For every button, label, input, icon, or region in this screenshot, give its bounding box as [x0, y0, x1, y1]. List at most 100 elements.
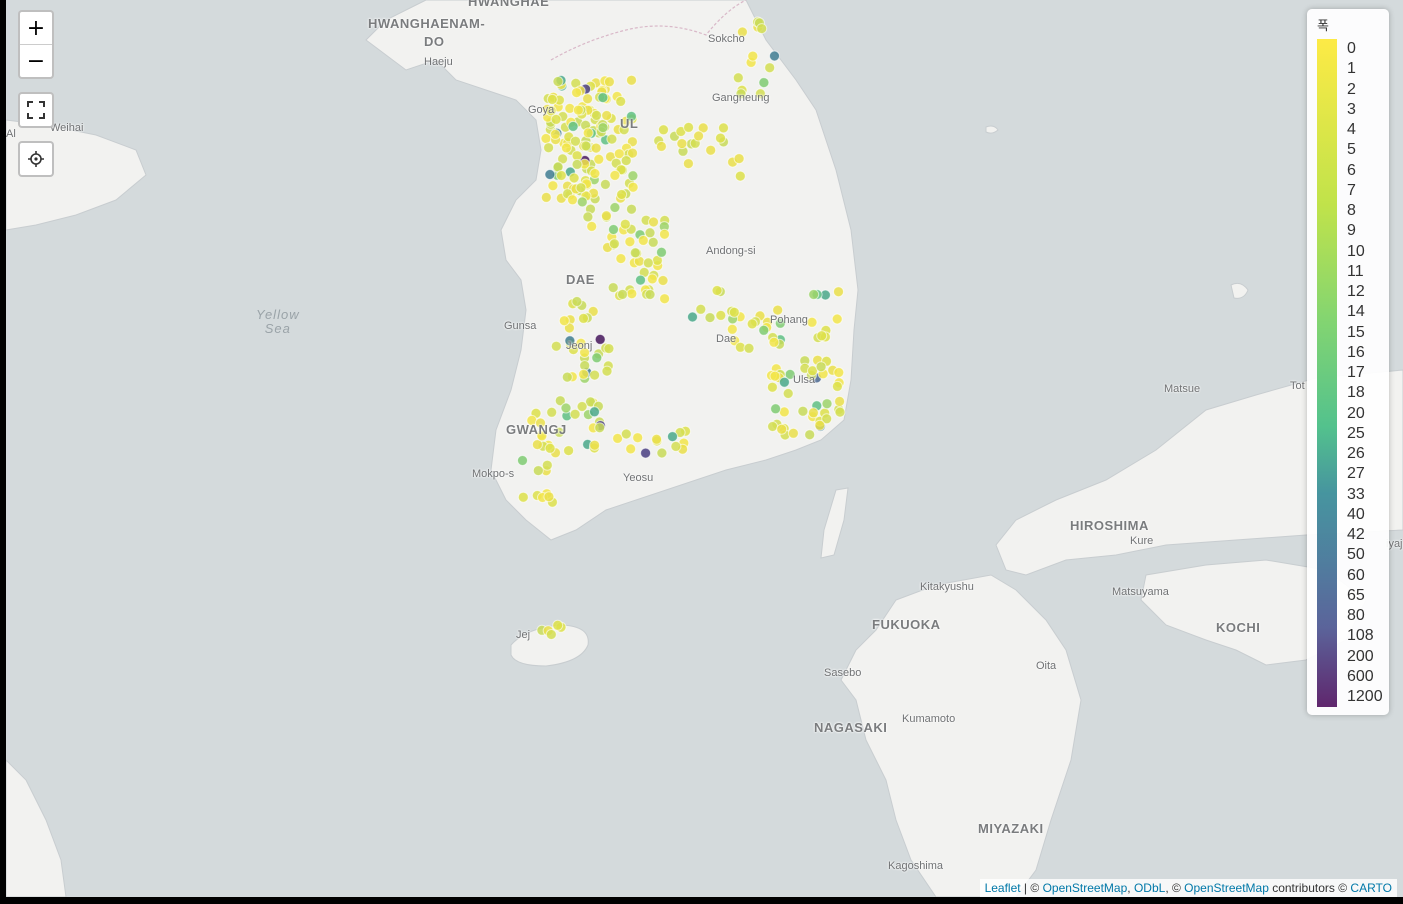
data-marker[interactable]: [715, 309, 727, 321]
data-marker[interactable]: [586, 220, 598, 232]
data-marker[interactable]: [601, 365, 613, 377]
data-marker[interactable]: [637, 234, 649, 246]
data-marker[interactable]: [807, 407, 819, 419]
data-marker[interactable]: [576, 401, 588, 412]
odbl-link[interactable]: ODbL: [1134, 881, 1165, 895]
data-marker[interactable]: [571, 158, 583, 170]
data-marker[interactable]: [782, 388, 794, 399]
data-marker[interactable]: [806, 316, 818, 328]
data-marker[interactable]: [766, 381, 778, 393]
data-marker[interactable]: [711, 285, 723, 296]
data-marker[interactable]: [778, 376, 790, 388]
data-marker[interactable]: [615, 253, 627, 265]
data-marker[interactable]: [651, 433, 663, 445]
data-marker[interactable]: [625, 443, 637, 455]
data-marker[interactable]: [603, 343, 615, 355]
data-marker[interactable]: [589, 439, 601, 451]
data-marker[interactable]: [647, 236, 659, 248]
data-marker[interactable]: [626, 288, 638, 300]
data-marker[interactable]: [728, 306, 740, 318]
data-marker[interactable]: [797, 405, 809, 417]
data-marker[interactable]: [815, 361, 827, 373]
data-marker[interactable]: [589, 406, 600, 418]
data-marker[interactable]: [659, 293, 671, 305]
data-marker[interactable]: [834, 406, 846, 418]
data-marker[interactable]: [732, 72, 744, 84]
data-marker[interactable]: [517, 455, 528, 466]
data-marker[interactable]: [676, 138, 688, 150]
data-marker[interactable]: [656, 246, 667, 258]
data-marker[interactable]: [541, 459, 553, 471]
data-marker[interactable]: [627, 181, 639, 193]
data-marker[interactable]: [814, 419, 826, 431]
data-marker[interactable]: [561, 371, 573, 383]
data-marker[interactable]: [544, 169, 556, 180]
data-marker[interactable]: [599, 178, 611, 190]
data-marker[interactable]: [580, 140, 592, 152]
locate-button[interactable]: [20, 143, 52, 175]
data-marker[interactable]: [606, 133, 618, 145]
data-marker[interactable]: [767, 421, 779, 432]
data-marker[interactable]: [589, 168, 601, 179]
data-marker[interactable]: [552, 619, 564, 631]
data-marker[interactable]: [659, 228, 670, 240]
data-marker[interactable]: [683, 121, 695, 133]
data-marker[interactable]: [833, 286, 844, 298]
data-marker[interactable]: [601, 110, 613, 121]
data-marker[interactable]: [682, 158, 694, 170]
data-marker[interactable]: [687, 311, 698, 323]
data-marker[interactable]: [567, 194, 578, 206]
data-marker[interactable]: [787, 427, 799, 439]
map-canvas[interactable]: Yellow Sea HWANGHAE HWANGHAENAM- DO Haeju Wei…: [6, 0, 1403, 897]
data-marker[interactable]: [620, 428, 632, 440]
data-marker[interactable]: [619, 218, 631, 230]
data-marker[interactable]: [632, 432, 644, 444]
data-marker[interactable]: [640, 447, 652, 459]
data-marker[interactable]: [603, 76, 615, 88]
data-marker[interactable]: [718, 122, 729, 134]
data-marker[interactable]: [776, 423, 788, 435]
data-marker[interactable]: [550, 340, 562, 352]
data-marker[interactable]: [733, 153, 745, 165]
data-marker[interactable]: [567, 120, 579, 132]
data-marker[interactable]: [821, 398, 833, 410]
data-marker[interactable]: [552, 76, 564, 87]
data-marker[interactable]: [571, 87, 583, 99]
data-marker[interactable]: [594, 333, 606, 345]
data-marker[interactable]: [648, 216, 659, 228]
data-marker[interactable]: [646, 273, 658, 285]
data-marker[interactable]: [558, 315, 570, 327]
zoom-out-button[interactable]: −: [20, 44, 52, 77]
data-marker[interactable]: [571, 296, 583, 307]
data-marker[interactable]: [743, 342, 755, 354]
zoom-in-button[interactable]: +: [20, 12, 52, 44]
osm-link-2[interactable]: OpenStreetMap: [1184, 881, 1269, 895]
data-marker[interactable]: [644, 289, 656, 300]
data-marker[interactable]: [764, 62, 776, 74]
data-marker[interactable]: [575, 182, 587, 194]
data-marker[interactable]: [756, 23, 768, 35]
data-marker[interactable]: [616, 189, 628, 200]
data-marker[interactable]: [804, 429, 816, 441]
data-marker[interactable]: [593, 153, 605, 165]
data-marker[interactable]: [615, 95, 627, 107]
data-marker[interactable]: [600, 210, 612, 222]
data-marker[interactable]: [667, 431, 678, 443]
data-marker[interactable]: [624, 236, 636, 248]
data-marker[interactable]: [594, 422, 606, 434]
data-marker[interactable]: [563, 445, 575, 457]
osm-link[interactable]: OpenStreetMap: [1043, 881, 1128, 895]
data-marker[interactable]: [705, 144, 717, 156]
data-marker[interactable]: [715, 132, 726, 144]
data-marker[interactable]: [704, 312, 716, 324]
data-marker[interactable]: [590, 142, 602, 154]
data-marker[interactable]: [582, 127, 594, 139]
data-marker[interactable]: [746, 318, 758, 330]
data-marker[interactable]: [769, 370, 781, 382]
data-marker[interactable]: [635, 274, 646, 286]
data-marker[interactable]: [546, 93, 558, 105]
data-marker[interactable]: [693, 130, 705, 142]
data-marker[interactable]: [608, 238, 620, 250]
data-marker[interactable]: [627, 170, 639, 182]
data-marker[interactable]: [609, 169, 621, 181]
